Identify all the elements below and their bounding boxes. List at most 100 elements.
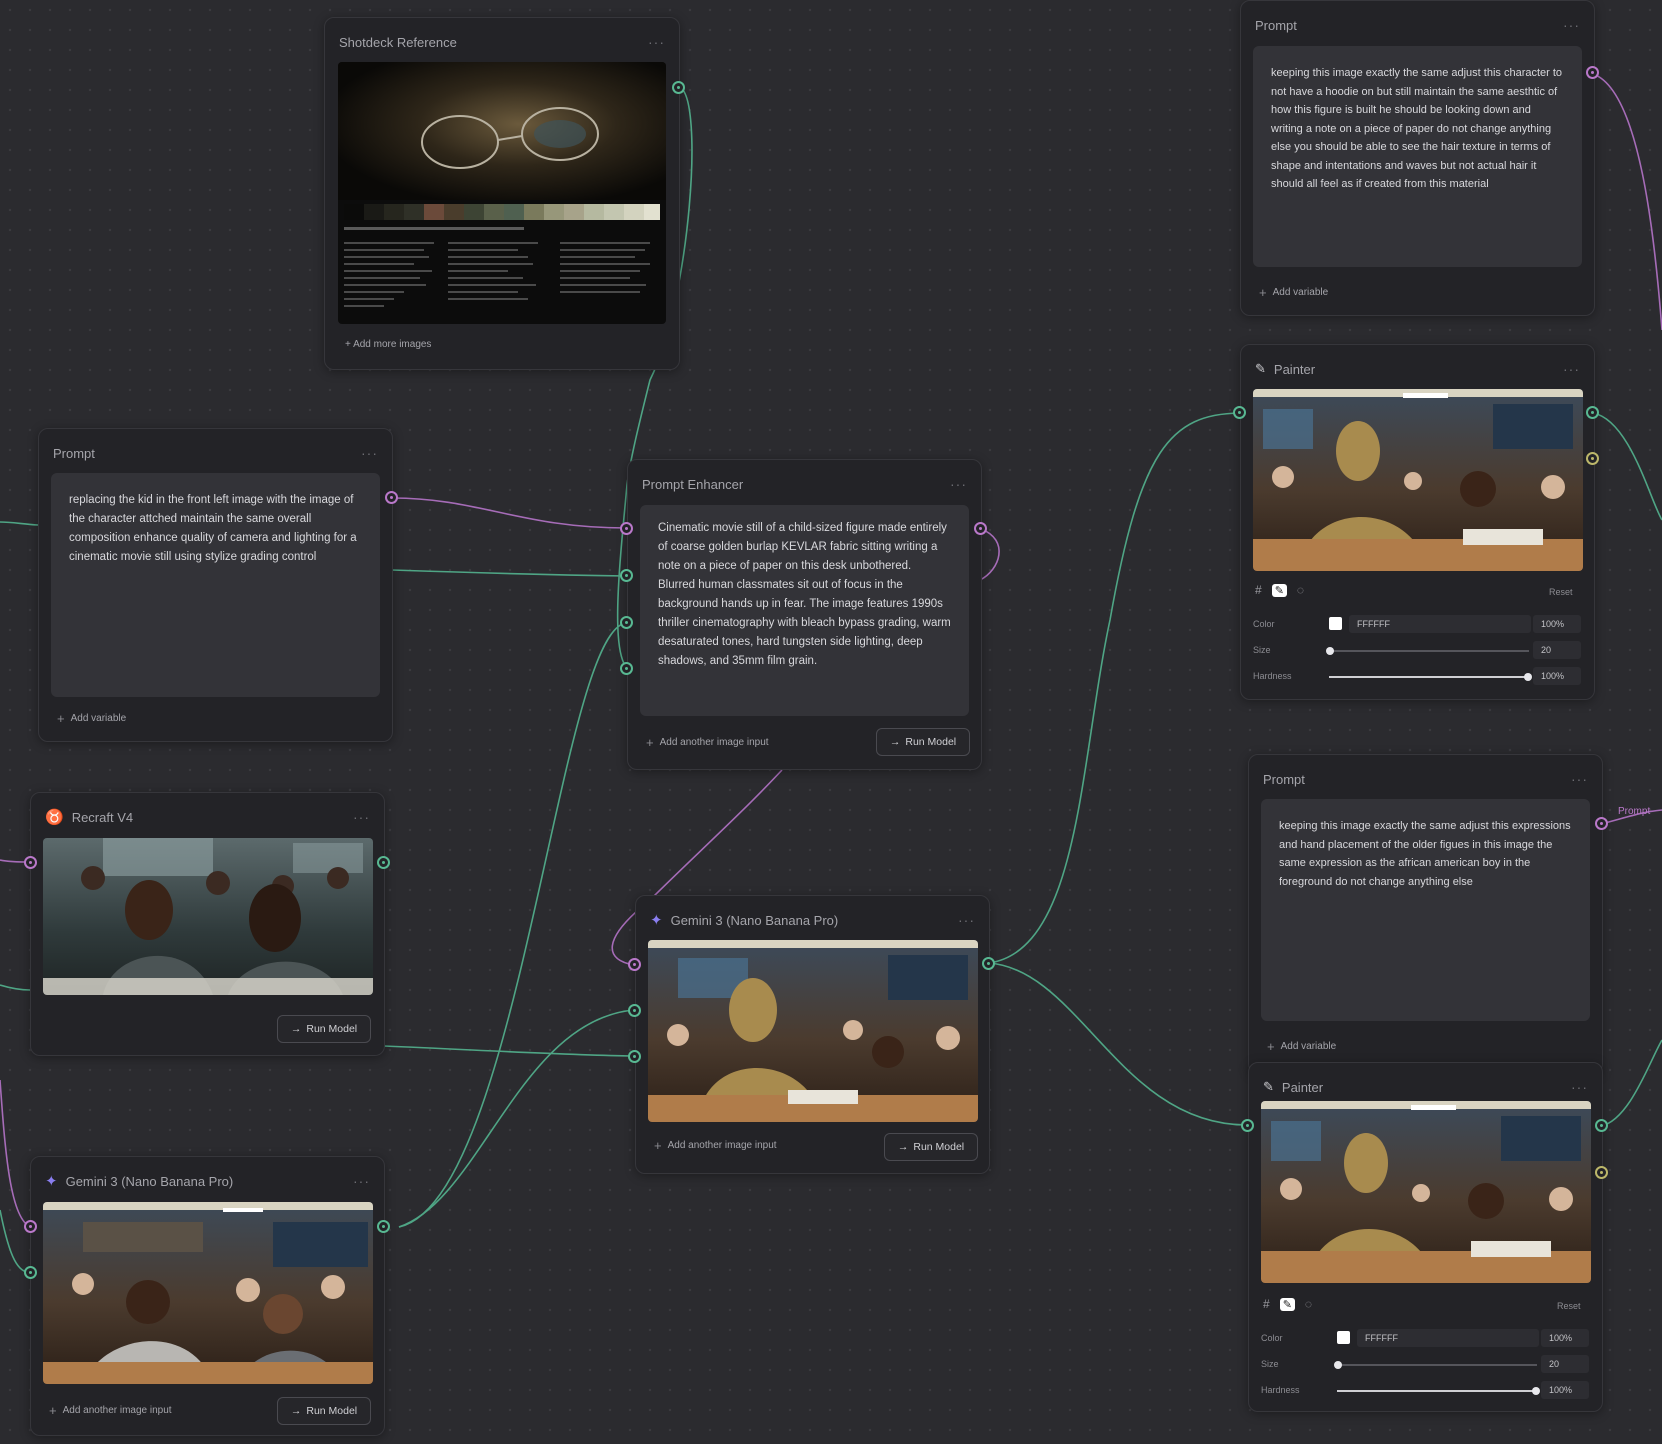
size-value-field[interactable]: 20	[1533, 641, 1581, 659]
brush-icon: ✎	[1255, 361, 1266, 376]
prompt-text-area[interactable]: keeping this image exactly the same adju…	[1261, 799, 1590, 1021]
prompt-node-mid-right[interactable]: Prompt ··· keeping this image exactly the…	[1248, 754, 1603, 1074]
shotdeck-reference-node[interactable]: Shotdeck Reference ··· + Add more images	[324, 17, 680, 370]
gemini-node-left[interactable]: ✦ Gemini 3 (Nano Banana Pro) ··· + Add ano…	[30, 1156, 385, 1436]
painter-top-canvas-image[interactable]	[1253, 389, 1583, 571]
color-swatch[interactable]	[1337, 1331, 1350, 1344]
hardness-value-field[interactable]: 100%	[1541, 1381, 1589, 1399]
more-options-icon[interactable]: ···	[1563, 361, 1580, 377]
gemini-left-output-image[interactable]	[43, 1202, 373, 1384]
shotdeck-output-port[interactable]	[672, 81, 685, 94]
add-image-input-button[interactable]: + Add another image input	[654, 1138, 777, 1153]
prompt-mid-right-output-port[interactable]	[1595, 817, 1608, 830]
more-options-icon[interactable]: ···	[958, 912, 975, 928]
node-title: Gemini 3 (Nano Banana Pro)	[670, 912, 839, 928]
run-model-button[interactable]: → Run Model	[277, 1015, 371, 1043]
prompt-left-output-port[interactable]	[385, 491, 398, 504]
color-opacity-field[interactable]: 100%	[1541, 1329, 1589, 1347]
more-options-icon[interactable]: ···	[950, 476, 967, 492]
painter-top-mask-port[interactable]	[1586, 452, 1599, 465]
recraft-v4-node[interactable]: ♉ Recraft V4 ··· → Run Model	[30, 792, 385, 1056]
hardness-label: Hardness	[1253, 671, 1292, 681]
enhancer-image-input-port-1[interactable]	[620, 569, 633, 582]
grid-icon[interactable]: #	[1255, 583, 1262, 597]
color-opacity-field[interactable]: 100%	[1533, 615, 1581, 633]
reset-button[interactable]: Reset	[1557, 1301, 1581, 1311]
painter-bottom-input-port[interactable]	[1241, 1119, 1254, 1132]
node-title: Painter	[1273, 361, 1316, 377]
arrow-right-icon: →	[290, 1023, 302, 1035]
plus-icon: +	[1259, 285, 1267, 300]
painter-node-bottom[interactable]: ✎ Painter ··· # ✎ ◌ Reset Color FFFFFF 10…	[1248, 1062, 1603, 1412]
gemini-left-text-input-port[interactable]	[24, 1220, 37, 1233]
gemini-node-center[interactable]: ✦ Gemini 3 (Nano Banana Pro) ··· + Add ano…	[635, 895, 990, 1174]
recraft-output-image[interactable]	[43, 838, 373, 995]
add-variable-button[interactable]: + Add variable	[1267, 1039, 1336, 1054]
painter-top-output-port[interactable]	[1586, 406, 1599, 419]
painter-top-input-port[interactable]	[1233, 406, 1246, 419]
gemini-center-output-port[interactable]	[982, 957, 995, 970]
prompt-node-left[interactable]: Prompt ··· replacing the kid in the front…	[38, 428, 393, 742]
add-variable-button[interactable]: + Add variable	[1259, 285, 1328, 300]
brush-tool-icon[interactable]: ✎	[1271, 583, 1287, 597]
recraft-logo-icon: ♉	[45, 809, 64, 826]
run-model-button[interactable]: → Run Model	[876, 728, 970, 756]
hardness-slider[interactable]	[1329, 673, 1532, 681]
enhanced-prompt-text[interactable]: Cinematic movie still of a child-sized f…	[640, 505, 969, 716]
wire-prompt-to-enhancer	[391, 497, 628, 529]
run-model-button[interactable]: → Run Model	[277, 1397, 371, 1425]
shotdeck-sheet-graphic	[338, 62, 666, 307]
color-swatch[interactable]	[1329, 617, 1342, 630]
enhancer-image-input-port-2[interactable]	[620, 616, 633, 629]
grid-icon[interactable]: #	[1263, 1297, 1270, 1311]
size-label: Size	[1253, 645, 1271, 655]
more-options-icon[interactable]: ···	[353, 809, 370, 825]
painter-bottom-canvas-image[interactable]	[1261, 1101, 1591, 1283]
prompt-top-right-output-port[interactable]	[1586, 66, 1599, 79]
painter-node-top[interactable]: ✎ Painter ··· # ✎ ◌ Reset Color FFFFFF 10…	[1240, 344, 1595, 700]
add-image-input-button[interactable]: + Add another image input	[646, 735, 769, 750]
more-options-icon[interactable]: ···	[1571, 771, 1588, 787]
hardness-slider[interactable]	[1337, 1387, 1540, 1395]
add-variable-button[interactable]: + Add variable	[57, 711, 126, 726]
add-more-images-link[interactable]: + Add more images	[345, 339, 431, 350]
recraft-input-port[interactable]	[24, 856, 37, 869]
eraser-icon[interactable]: ◌	[1305, 1297, 1312, 1311]
prompt-node-top-right[interactable]: Prompt ··· keeping this image exactly the…	[1240, 0, 1595, 316]
gemini-left-output-port[interactable]	[377, 1220, 390, 1233]
recraft-output-port[interactable]	[377, 856, 390, 869]
more-options-icon[interactable]: ···	[1563, 17, 1580, 33]
gemini-center-image-input-port-2[interactable]	[628, 1050, 641, 1063]
painter-bottom-mask-port[interactable]	[1595, 1166, 1608, 1179]
prompt-text-area[interactable]: keeping this image exactly the same adju…	[1253, 46, 1582, 267]
prompt-text-area[interactable]: replacing the kid in the front left imag…	[51, 473, 380, 697]
arrow-right-icon: →	[889, 736, 901, 748]
color-hex-field[interactable]: FFFFFF	[1349, 615, 1531, 633]
hardness-value-field[interactable]: 100%	[1533, 667, 1581, 685]
gemini-center-output-image[interactable]	[648, 940, 978, 1122]
enhancer-text-input-port[interactable]	[620, 522, 633, 535]
size-slider[interactable]	[1326, 647, 1529, 655]
gemini-left-image-input-port[interactable]	[24, 1266, 37, 1279]
prompt-enhancer-node[interactable]: Prompt Enhancer ··· Cinematic movie still…	[627, 459, 982, 770]
plus-icon: +	[57, 711, 65, 726]
painter-bottom-output-port[interactable]	[1595, 1119, 1608, 1132]
color-label: Color	[1261, 1333, 1283, 1343]
size-slider[interactable]	[1334, 1361, 1537, 1369]
eraser-icon[interactable]: ◌	[1297, 583, 1304, 597]
gemini-center-text-input-port[interactable]	[628, 958, 641, 971]
brush-tool-icon[interactable]: ✎	[1279, 1297, 1295, 1311]
more-options-icon[interactable]: ···	[1571, 1079, 1588, 1095]
gemini-center-image-input-port-1[interactable]	[628, 1004, 641, 1017]
size-value-field[interactable]: 20	[1541, 1355, 1589, 1373]
more-options-icon[interactable]: ···	[648, 34, 665, 50]
enhancer-image-input-port-3[interactable]	[620, 662, 633, 675]
shotdeck-reference-image[interactable]	[338, 62, 666, 324]
reset-button[interactable]: Reset	[1549, 587, 1573, 597]
enhancer-output-port[interactable]	[974, 522, 987, 535]
color-hex-field[interactable]: FFFFFF	[1357, 1329, 1539, 1347]
more-options-icon[interactable]: ···	[353, 1173, 370, 1189]
more-options-icon[interactable]: ···	[361, 445, 378, 461]
add-image-input-button[interactable]: + Add another image input	[49, 1403, 172, 1418]
run-model-button[interactable]: → Run Model	[884, 1133, 978, 1161]
